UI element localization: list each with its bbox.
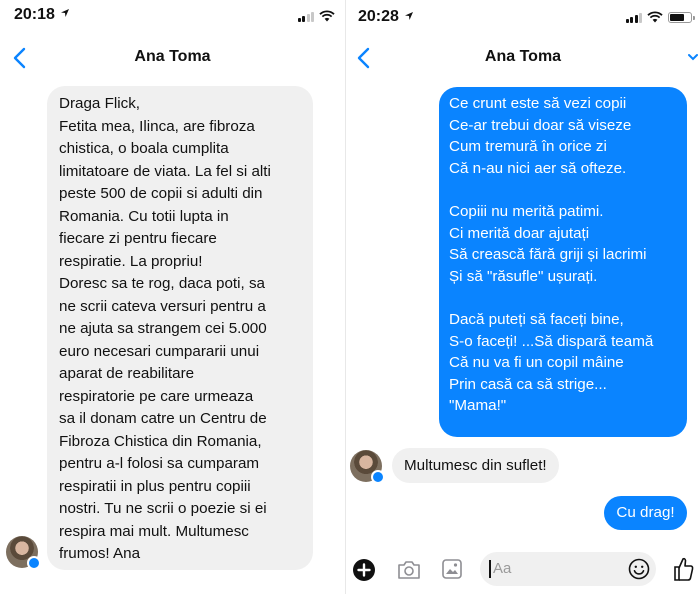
poem-message-bubble[interactable]: Ce crunt este să vezi copii Ce-ar trebui… — [439, 87, 687, 437]
contact-avatar[interactable] — [6, 536, 41, 570]
emoji-icon[interactable] — [628, 558, 650, 580]
contact-avatar[interactable] — [350, 450, 385, 484]
camera-icon[interactable] — [396, 558, 422, 582]
incoming-message-bubble[interactable]: Draga Flick, Fetita mea, Ilinca, are fib… — [47, 86, 313, 570]
plus-icon[interactable] — [352, 558, 376, 582]
battery-icon — [668, 12, 695, 23]
wifi-icon — [647, 11, 663, 23]
message-input-placeholder: Aa — [493, 560, 512, 577]
contact-name[interactable]: Ana Toma — [346, 48, 700, 66]
location-arrow-icon — [405, 12, 413, 20]
outgoing-reply-bubble[interactable]: Cu drag! — [604, 496, 687, 530]
messenger-badge-icon — [371, 470, 385, 484]
messenger-badge-icon — [27, 556, 41, 570]
status-bar: 20:18 — [0, 0, 345, 34]
signal-icon — [625, 12, 642, 23]
wifi-icon — [319, 10, 335, 22]
left-screenshot: 20:18 Ana Toma Draga Flick, Fetita mea, … — [0, 0, 345, 594]
contact-name[interactable]: Ana Toma — [0, 48, 345, 66]
message-composer: Aa — [346, 548, 700, 588]
conversation-header: Ana Toma — [346, 36, 700, 80]
location-arrow-icon — [61, 9, 69, 17]
status-time: 20:18 — [14, 6, 55, 23]
signal-icon — [297, 11, 314, 22]
status-bar: 20:28 — [346, 0, 700, 34]
text-caret — [489, 560, 491, 578]
status-time: 20:28 — [358, 8, 399, 25]
right-screenshot: 20:28 Ana Toma Ce crunt este să vezi cop… — [346, 0, 700, 594]
photo-icon[interactable] — [441, 557, 463, 581]
conversation-header: Ana Toma — [0, 36, 345, 80]
thumbs-up-icon[interactable] — [672, 556, 694, 582]
chevron-down-icon[interactable] — [688, 50, 698, 66]
message-input[interactable]: Aa — [480, 552, 656, 586]
incoming-reply-bubble[interactable]: Multumesc din suflet! — [392, 448, 559, 483]
